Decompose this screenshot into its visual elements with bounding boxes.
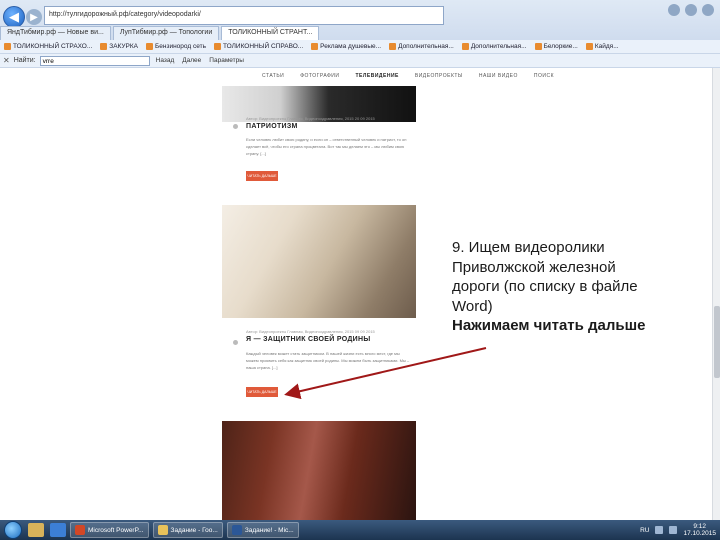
address-row: ◀ ▶ http://тулгидорожный.рф/category/vid… [0,0,720,40]
annotation-emphasis: Нажимаем читать дальше [452,317,646,334]
start-button[interactable] [4,521,22,539]
read-more-button[interactable]: ЧИТАТЬ ДАЛЬШЕ [246,171,278,181]
folder-icon[interactable] [28,523,44,537]
tab-strip: ЯндТибмир.рф — Новые ви... ЛупТибмир.рф … [0,26,321,40]
favorite-link[interactable]: Реклама душевые... [311,43,381,50]
find-buttons: Назад Далее Параметры [156,57,244,64]
site-nav-item[interactable]: НАШИ ВИДЕО [479,73,518,79]
post-date-icon [233,340,238,345]
clock-time: 9:12 [693,523,707,530]
clock-date: 17.10.2015 [683,530,716,537]
powerpoint-icon [75,525,85,535]
favorite-link[interactable]: Кайдя... [585,43,619,50]
favorite-link[interactable]: Белоркие... [534,43,578,50]
network-icon[interactable] [655,526,664,534]
find-bar: ✕ Найти: vrre Назад Далее Параметры [0,54,720,68]
post-date-icon [233,124,238,129]
home-icon[interactable] [668,4,680,16]
folder-icon [157,525,168,535]
post-excerpt: Каждый человек может стать защитником. В… [246,351,410,370]
favorite-icon [100,43,108,50]
gear-icon[interactable] [702,4,714,16]
find-options-button[interactable]: Параметры [209,57,244,64]
tab[interactable]: ЛупТибмир.рф — Топологии [112,26,220,40]
favorite-link[interactable]: ЗАКУРКА [100,43,138,50]
site-nav-item[interactable]: ФОТОГРАФИИ [300,73,339,79]
favorite-icon [146,43,153,50]
post-excerpt: Если человек любит свою родину, и если о… [246,137,407,156]
address-bar[interactable]: http://тулгидорожный.рф/category/videopo… [44,6,444,25]
annotation-line: 9. Ищем видеоролики [452,239,605,256]
favorite-link[interactable]: Дополнительная... [389,43,454,50]
post-title[interactable]: ПАТРИОТИЗМ [246,123,298,130]
find-previous-button[interactable]: Назад [156,57,175,64]
favorite-link[interactable]: Дополнительная... [461,43,527,50]
close-icon[interactable]: ✕ [3,56,10,65]
favorite-icon [534,43,542,50]
read-more-button[interactable]: ЧИТАТЬ ДАЛЬШЕ [246,387,278,397]
site-nav-item[interactable]: ВИДЕОПРОЕКТЫ [415,73,463,79]
back-button[interactable]: ◀ [3,6,25,28]
browser-toolbar-icons [668,4,714,16]
favorite-link[interactable]: ТОЛИКОННЫЙ СПРАВО... [213,43,303,50]
taskbar-item[interactable]: Задание - Гоо... [152,522,223,538]
find-next-button[interactable]: Далее [182,57,201,64]
tab[interactable]: ЯндТибмир.рф — Новые ви... [0,26,111,40]
site-nav-item[interactable]: ПОИСК [534,73,554,79]
system-tray: RU 9:12 17.10.2015 [640,521,716,539]
annotation-line: Word) [452,297,493,315]
scrollbar-thumb[interactable] [714,306,720,378]
back-arrow-icon: ◀ [9,9,19,24]
favorite-icon [585,43,593,50]
site-nav: СТАТЬИ ФОТОГРАФИИ ТЕЛЕВИДЕНИЕ ВИДЕОПРОЕК… [262,73,554,79]
favorites-star-icon[interactable] [685,4,697,16]
site-nav-item-active[interactable]: ТЕЛЕВИДЕНИЕ [356,73,399,79]
vertical-scrollbar[interactable] [712,68,720,520]
annotation-line: дороги (по списку в файле [452,278,638,295]
language-indicator[interactable]: RU [640,527,649,534]
forward-arrow-icon: ▶ [30,11,38,23]
post-image[interactable] [222,205,416,318]
annotation-line: Приволжской железной [452,258,616,276]
word-icon [231,525,242,535]
post-meta: Автор: Видеопроекты Главная, Видеопоздра… [246,329,375,334]
favorite-link[interactable]: Бензинород сеть [146,43,206,50]
find-label: Найти: [13,57,36,64]
forward-button[interactable]: ▶ [26,9,42,25]
favorites-bar: ТОЛИКОННЫЙ СТРАХО... ЗАКУРКА Бензинород … [0,40,720,54]
favorite-icon [311,43,319,50]
site-nav-item[interactable]: СТАТЬИ [262,73,284,79]
clock[interactable]: 9:12 17.10.2015 [683,523,716,537]
taskbar-item[interactable]: Microsoft PowerP... [70,522,149,538]
taskbar-item[interactable]: Задание! - Mic... [226,522,299,538]
volume-icon[interactable] [669,526,678,534]
favorite-icon [4,43,11,50]
taskbar: Microsoft PowerP... Задание - Гоо... Зад… [0,520,720,540]
post-image[interactable] [222,421,416,520]
browser-window: ◀ ▶ http://тулгидорожный.рф/category/vid… [0,0,720,540]
favorite-link[interactable]: ТОЛИКОННЫЙ СТРАХО... [4,43,92,50]
favorite-icon [389,43,397,50]
favorite-icon [213,43,221,50]
favorite-icon [461,43,469,50]
post-title[interactable]: Я — ЗАЩИТНИК СВОЕЙ РОДИНЫ [246,336,371,343]
instruction-annotation: 9. Ищем видеоролики Приволжской железной… [452,238,692,336]
find-input[interactable]: vrre [39,55,150,66]
post-meta: Автор: Видеопроекты Главная, Видеопоздра… [246,116,375,121]
browser-icon[interactable] [50,523,66,537]
tab-active[interactable]: ТОЛИКОННЫЙ СТРАНТ... [221,26,320,40]
